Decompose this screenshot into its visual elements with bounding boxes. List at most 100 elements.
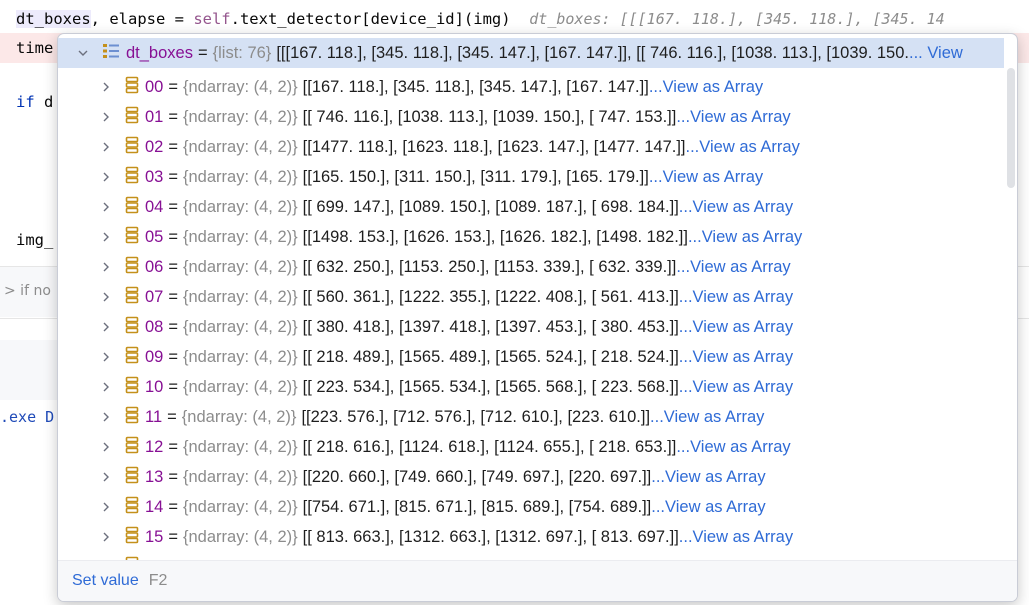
- item-type: {ndarray: (4, 2)}: [183, 377, 298, 396]
- ndarray-icon: [125, 106, 139, 129]
- chevron-right-icon[interactable]: [101, 82, 111, 92]
- item-value: [[165. 150.], [311. 150.], [311. 179.], …: [302, 167, 649, 186]
- chevron-right-icon[interactable]: [101, 412, 111, 422]
- tree-row[interactable]: 13 = {ndarray: (4, 2)} [[220. 660.], [749. …: [58, 462, 1004, 492]
- view-as-array-link[interactable]: ...View as Array: [676, 108, 790, 127]
- chevron-right-icon[interactable]: [101, 262, 111, 272]
- equals-sign: =: [168, 467, 178, 486]
- item-index: 02: [145, 137, 164, 156]
- ndarray-icon: [125, 136, 139, 159]
- chevron-right-icon[interactable]: [101, 322, 111, 332]
- view-as-array-link[interactable]: ...View as Array: [679, 528, 793, 547]
- item-index: 05: [145, 227, 164, 246]
- view-as-array-link[interactable]: ...View as Array: [679, 198, 793, 217]
- ndarray-icon: [125, 436, 139, 459]
- view-as-array-link[interactable]: ...View as Array: [679, 348, 793, 367]
- code-self: self: [193, 10, 231, 28]
- chevron-right-icon[interactable]: [101, 292, 111, 302]
- vertical-scrollbar[interactable]: [1007, 68, 1015, 188]
- tree-row-root[interactable]: dt_boxes = {list: 76} [[[167. 118.], [34…: [58, 38, 1004, 68]
- code-target-var[interactable]: dt_boxes: [16, 10, 91, 28]
- view-as-array-link[interactable]: ...View as Array: [676, 438, 790, 457]
- collapsed-hint: > if no: [4, 283, 51, 299]
- tree-row[interactable]: 14 = {ndarray: (4, 2)} [[754. 671.], [815. …: [58, 492, 1004, 522]
- code-line-2-text: time: [16, 39, 54, 57]
- equals-sign: =: [168, 347, 178, 366]
- ndarray-icon: [125, 496, 139, 519]
- tree-row[interactable]: 08 = {ndarray: (4, 2)}[[ 380. 418.], [1397…: [58, 312, 1004, 342]
- equals-sign: =: [168, 257, 178, 276]
- item-index: 09: [145, 347, 164, 366]
- item-index: 14: [145, 497, 164, 516]
- view-as-array-link[interactable]: ...View as Array: [650, 408, 764, 427]
- view-as-array-link[interactable]: ...View as Array: [676, 258, 790, 277]
- tree-row[interactable]: 11 = {ndarray: (4, 2)} [[223. 576.], [712. …: [58, 402, 1004, 432]
- tree-row[interactable]: 16={ndarray: (4, 2)}[[218. 708.], [746. …: [58, 552, 1004, 560]
- chevron-right-icon[interactable]: [101, 532, 111, 542]
- variables-tree[interactable]: dt_boxes = {list: 76} [[[167. 118.], [34…: [58, 34, 1004, 560]
- item-value: [[ 380. 418.], [1397. 418.], [1397. 453.…: [302, 317, 679, 336]
- item-index: 13: [145, 467, 164, 486]
- tree-row[interactable]: 01 = {ndarray: (4, 2)}[[ 746. 116.], [1038…: [58, 102, 1004, 132]
- item-value: [[1498. 153.], [1626. 153.], [1626. 182.…: [302, 227, 688, 246]
- item-value: [[223. 576.], [712. 576.], [712. 610.], …: [301, 407, 651, 426]
- view-as-array-link[interactable]: ...View as Array: [649, 168, 763, 187]
- item-value: [[ 218. 489.], [1565. 489.], [1565. 524.…: [302, 347, 679, 366]
- view-as-array-link[interactable]: ...View as Array: [649, 78, 763, 97]
- view-as-array-link[interactable]: ...View as Array: [679, 318, 793, 337]
- chevron-right-icon[interactable]: [101, 442, 111, 452]
- tree-row[interactable]: 10 = {ndarray: (4, 2)}[[ 223. 534.], [1565…: [58, 372, 1004, 402]
- chevron-right-icon[interactable]: [101, 112, 111, 122]
- tree-row[interactable]: 15 = {ndarray: (4, 2)}[[ 813. 663.], [1312…: [58, 522, 1004, 552]
- set-value-link[interactable]: Set value: [72, 572, 139, 590]
- chevron-right-icon[interactable]: [101, 172, 111, 182]
- tree-row[interactable]: 09 = {ndarray: (4, 2)}[[ 218. 489.], [1565…: [58, 342, 1004, 372]
- tree-row[interactable]: 06 = {ndarray: (4, 2)}[[ 632. 250.], [1153…: [58, 252, 1004, 282]
- view-as-array-link[interactable]: ...View as Array: [679, 288, 793, 307]
- ndarray-icon: [125, 226, 139, 249]
- equals-sign: =: [167, 407, 177, 426]
- item-type: {ndarray: (4, 2)}: [181, 407, 297, 426]
- equals-sign: =: [168, 77, 178, 96]
- chevron-right-icon[interactable]: [101, 232, 111, 242]
- item-type: {ndarray: (4, 2)}: [183, 497, 298, 516]
- item-value: [[ 699. 147.], [1089. 150.], [1089. 187.…: [302, 197, 679, 216]
- view-as-array-link[interactable]: ...View as Array: [679, 378, 793, 397]
- equals-sign: =: [168, 167, 178, 186]
- item-type: {ndarray: (4, 2)}: [183, 107, 298, 126]
- tree-row[interactable]: 00 = {ndarray: (4, 2)} [[167. 118.], [345. …: [58, 72, 1004, 102]
- equals-sign: =: [168, 527, 178, 546]
- view-link[interactable]: ... View: [909, 44, 963, 63]
- tree-row[interactable]: 04 = {ndarray: (4, 2)}[[ 699. 147.], [1089…: [58, 192, 1004, 222]
- ndarray-icon: [125, 466, 139, 489]
- item-index: 06: [145, 257, 164, 276]
- view-as-array-link[interactable]: ...View as Array: [651, 498, 765, 517]
- equals-sign: =: [168, 287, 178, 306]
- chevron-right-icon[interactable]: [101, 202, 111, 212]
- ndarray-icon: [125, 376, 139, 399]
- chevron-right-icon[interactable]: [101, 382, 111, 392]
- chevron-down-icon[interactable]: [78, 48, 88, 58]
- item-index: 07: [145, 287, 164, 306]
- item-index: 08: [145, 317, 164, 336]
- view-as-array-link[interactable]: ...View as Array: [686, 138, 800, 157]
- tree-row[interactable]: 12 = {ndarray: (4, 2)}[[ 218. 616.], [1124…: [58, 432, 1004, 462]
- chevron-right-icon[interactable]: [101, 502, 111, 512]
- item-type: {ndarray: (4, 2)}: [183, 197, 298, 216]
- tree-row[interactable]: 02 = {ndarray: (4, 2)} [[1477. 118.], [1623…: [58, 132, 1004, 162]
- ndarray-icon: [125, 286, 139, 309]
- tree-row[interactable]: 07 = {ndarray: (4, 2)}[[ 560. 361.], [1222…: [58, 282, 1004, 312]
- ndarray-icon: [125, 166, 139, 189]
- tree-row[interactable]: 03 = {ndarray: (4, 2)} [[165. 150.], [311. …: [58, 162, 1004, 192]
- item-type: {ndarray: (4, 2)}: [183, 227, 298, 246]
- tree-row[interactable]: 05 = {ndarray: (4, 2)} [[1498. 153.], [1626…: [58, 222, 1004, 252]
- view-as-array-link[interactable]: ...View as Array: [651, 468, 765, 487]
- item-type: {ndarray: (4, 2)}: [183, 287, 298, 306]
- view-as-array-link[interactable]: ...View as Array: [688, 228, 802, 247]
- chevron-right-icon[interactable]: [101, 472, 111, 482]
- item-value: [[ 218. 616.], [1124. 618.], [1124. 655.…: [302, 437, 677, 456]
- chevron-right-icon[interactable]: [101, 142, 111, 152]
- inline-value-hint: dt_boxes: [[[167. 118.], [345. 118.], [3…: [529, 10, 945, 28]
- chevron-right-icon[interactable]: [101, 352, 111, 362]
- item-type: {ndarray: (4, 2)}: [183, 257, 298, 276]
